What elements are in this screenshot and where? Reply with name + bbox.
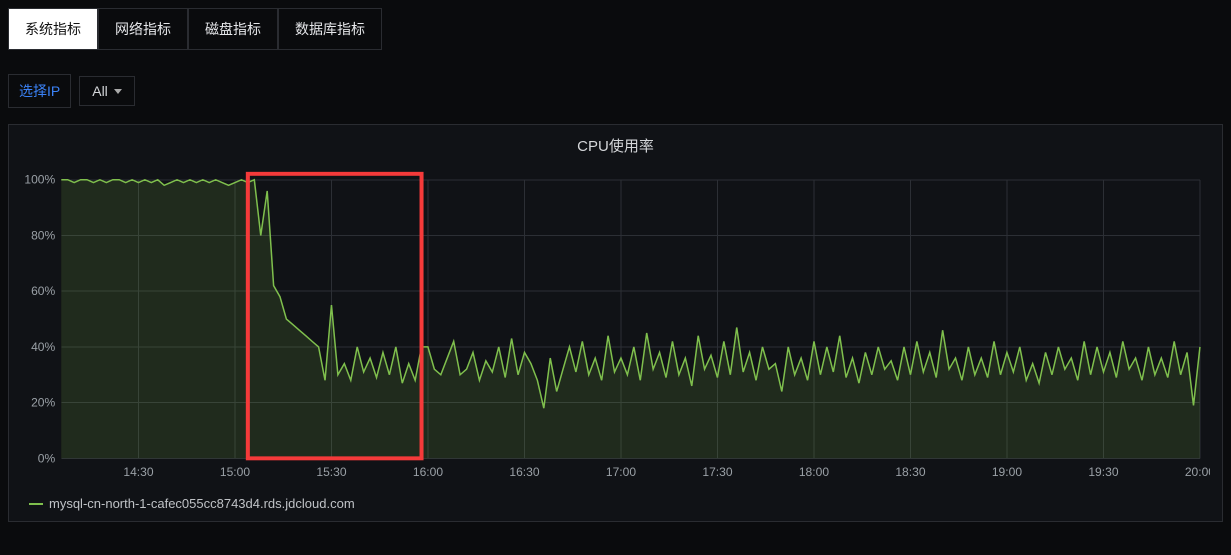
tab-network[interactable]: 网络指标 (98, 8, 188, 50)
svg-text:20%: 20% (31, 396, 56, 410)
svg-text:0%: 0% (38, 451, 56, 465)
svg-text:60%: 60% (31, 284, 56, 298)
svg-text:15:00: 15:00 (220, 465, 251, 479)
chart-legend: mysql-cn-north-1-cafec055cc8743d4.rds.jd… (9, 490, 1222, 521)
legend-series-label: mysql-cn-north-1-cafec055cc8743d4.rds.jd… (49, 496, 355, 511)
svg-text:19:30: 19:30 (1088, 465, 1119, 479)
svg-text:16:00: 16:00 (413, 465, 444, 479)
svg-text:15:30: 15:30 (316, 465, 347, 479)
chart-area: 0% 20% 40% 60% 80% 100% 14:30 15:00 15:30 16:00 16… (9, 160, 1222, 490)
tab-disk[interactable]: 磁盘指标 (188, 8, 278, 50)
svg-text:16:30: 16:30 (509, 465, 540, 479)
tab-database[interactable]: 数据库指标 (278, 8, 382, 50)
tab-system[interactable]: 系统指标 (8, 8, 98, 50)
svg-text:20:00: 20:00 (1185, 465, 1210, 479)
svg-text:100%: 100% (24, 173, 55, 187)
select-ip-button[interactable]: 选择IP (8, 74, 71, 108)
tabs-bar: 系统指标 网络指标 磁盘指标 数据库指标 (0, 0, 1231, 50)
chart-panel: CPU使用率 0% 20% 40% 60% 80% 100% 14:30 15:00 15:30… (8, 124, 1223, 522)
ip-dropdown-selected: All (92, 83, 108, 99)
svg-text:80%: 80% (31, 229, 56, 243)
svg-text:14:30: 14:30 (123, 465, 154, 479)
ip-selector-row: 选择IP All (0, 50, 1231, 120)
chevron-down-icon (114, 89, 122, 94)
svg-text:40%: 40% (31, 340, 56, 354)
svg-text:18:00: 18:00 (799, 465, 830, 479)
svg-text:17:00: 17:00 (606, 465, 637, 479)
svg-text:19:00: 19:00 (992, 465, 1023, 479)
cpu-line-chart: 0% 20% 40% 60% 80% 100% 14:30 15:00 15:30 16:00 16… (13, 160, 1210, 486)
svg-text:17:30: 17:30 (702, 465, 733, 479)
legend-swatch-icon (29, 503, 43, 505)
panel-title: CPU使用率 (9, 125, 1222, 160)
svg-text:18:30: 18:30 (895, 465, 926, 479)
ip-dropdown[interactable]: All (79, 76, 135, 106)
